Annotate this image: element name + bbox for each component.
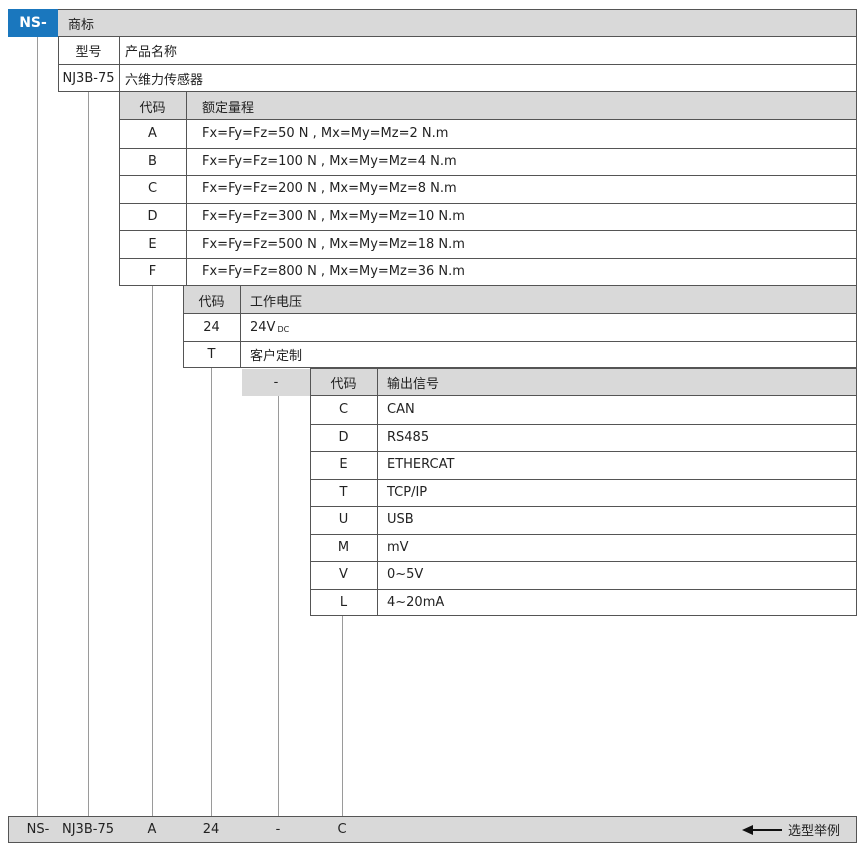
voltage-row-value: 24V DC (240, 314, 440, 341)
model-code: NJ3B-75 (62, 70, 115, 86)
range-header-code: 代码 (139, 100, 166, 116)
signal-row-code: M (337, 539, 350, 555)
brand-prefix-badge: NS- (8, 9, 58, 37)
range-row-code: B (148, 153, 157, 169)
signal-row-code: D (338, 429, 349, 445)
signal-row-code: L (339, 594, 348, 610)
range-row-value: Fx=Fy=Fz=500 N , Mx=My=Mz=18 N.m (202, 236, 465, 252)
connector-line-range (152, 286, 153, 816)
range-row-code: E (148, 236, 157, 252)
example-part-voltage: 24 (202, 822, 220, 837)
signal-row-value: TCP/IP (387, 484, 428, 500)
signal-row-code: V (339, 567, 348, 583)
signal-row-value: RS485 (387, 429, 430, 445)
voltage-header-code: 代码 (198, 294, 225, 310)
model-header-code: 型号 (75, 45, 102, 60)
example-part-signal: C (337, 822, 347, 837)
voltage-row-code: 24 (203, 320, 220, 335)
voltage-value-text: 24V (250, 320, 276, 335)
voltage-row-value: 客户定制 (250, 349, 303, 364)
signal-row-value: CAN (387, 402, 415, 418)
signal-row-value: USB (387, 512, 414, 528)
signal-row-code: U (338, 512, 349, 528)
example-label: 选型举例 (788, 824, 841, 839)
example-part-range: A (147, 822, 157, 837)
voltage-header-value: 工作电压 (250, 294, 303, 310)
connector-line-model (88, 92, 89, 816)
connector-line-separator (278, 396, 279, 816)
example-bar (8, 816, 857, 843)
arrow-left-icon (742, 824, 782, 836)
model-header-name: 产品名称 (125, 45, 178, 60)
example-part-separator: - (275, 822, 281, 837)
signal-header-code: 代码 (330, 376, 357, 392)
range-row-code: D (147, 209, 158, 225)
signal-header-value: 输出信号 (387, 376, 440, 392)
connector-line-signal (342, 616, 343, 816)
signal-row-value: 4~20mA (387, 594, 445, 610)
connector-line-voltage (211, 368, 212, 841)
range-header-value: 额定量程 (202, 100, 255, 116)
brand-label: 商标 (68, 17, 95, 33)
voltage-subscript: DC (277, 325, 290, 334)
range-row-value: Fx=Fy=Fz=100 N , Mx=My=Mz=4 N.m (202, 153, 457, 169)
range-row-code: C (147, 181, 158, 197)
connector-line-brand (37, 37, 38, 816)
example-part-brand: NS- (26, 822, 50, 837)
voltage-row-code: T (207, 347, 216, 362)
example-legend: 选型举例 (742, 816, 854, 843)
signal-row-value: mV (387, 539, 409, 555)
separator-label: - (273, 374, 279, 390)
range-row-value: Fx=Fy=Fz=300 N , Mx=My=Mz=10 N.m (202, 209, 465, 225)
example-part-model: NJ3B-75 (62, 822, 114, 837)
signal-row-value: ETHERCAT (387, 457, 455, 473)
range-row-code: A (148, 126, 157, 142)
signal-row-code: E (339, 457, 348, 473)
signal-row-value: 0~5V (387, 567, 424, 583)
range-row-value: Fx=Fy=Fz=50 N , Mx=My=Mz=2 N.m (202, 126, 449, 142)
signal-row-code: T (339, 484, 348, 500)
signal-row-code: C (338, 402, 349, 418)
range-row-code: F (148, 264, 157, 280)
range-row-value: Fx=Fy=Fz=800 N , Mx=My=Mz=36 N.m (202, 264, 465, 280)
model-name: 六维力传感器 (125, 72, 204, 88)
range-row-value: Fx=Fy=Fz=200 N , Mx=My=Mz=8 N.m (202, 181, 457, 197)
